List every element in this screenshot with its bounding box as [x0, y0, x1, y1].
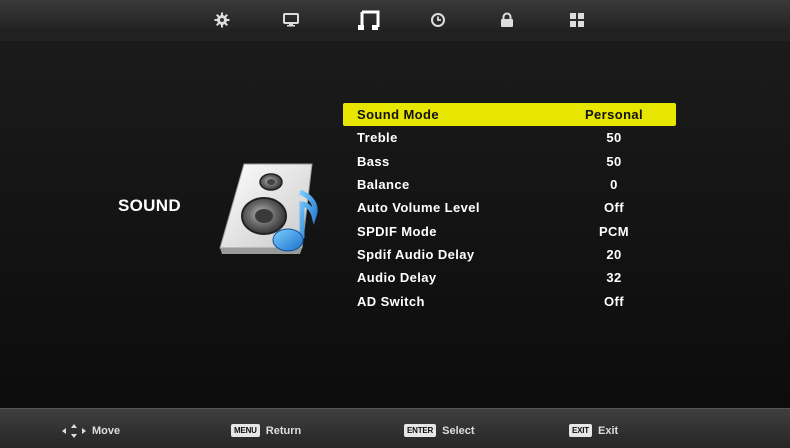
menu-item-sound-mode[interactable]: Sound Mode Personal [343, 103, 676, 127]
lock-icon [501, 12, 513, 27]
monitor-icon [283, 13, 299, 27]
menu-item-value: 50 [606, 153, 622, 169]
hint-exit-label: Exit [597, 424, 619, 437]
tab-bar-strip [0, 32, 790, 41]
hint-select-label: Select [442, 424, 475, 437]
menu-item-label: Treble [357, 130, 398, 146]
menu-item-audio-delay[interactable]: Audio Delay 32 [343, 266, 676, 289]
tab-picture[interactable] [208, 8, 236, 32]
menu-item-ad-switch[interactable]: AD Switch Off [343, 289, 676, 312]
menu-item-value: 50 [606, 130, 622, 146]
menu-item-label: Balance [357, 177, 410, 193]
menu-item-label: Spdif Audio Delay [357, 246, 475, 262]
menu-item-bass[interactable]: Bass 50 [343, 150, 676, 173]
menu-item-label: SPDIF Mode [357, 223, 437, 239]
menu-item-value: Off [604, 293, 624, 309]
music-note-icon [358, 10, 380, 30]
tab-setup[interactable] [563, 8, 591, 32]
sound-menu: Sound Mode Personal Treble 50 Bass 50 Ba… [343, 103, 676, 313]
menu-item-label: AD Switch [357, 293, 425, 309]
key-hint-bar: Move MENU Return ENTER Select EXIT Exit [0, 408, 790, 448]
menu-item-value: 20 [606, 246, 622, 262]
menu-item-label: Bass [357, 153, 390, 169]
top-tab-bar [0, 0, 790, 41]
menu-item-auto-volume-level[interactable]: Auto Volume Level Off [343, 196, 676, 219]
enter-key-icon: ENTER [404, 424, 437, 437]
tab-lock[interactable] [493, 8, 521, 32]
hint-return: MENU Return [231, 424, 301, 437]
dpad-arrows-icon [62, 424, 86, 438]
menu-item-value: Personal [584, 107, 644, 123]
menu-item-value: 32 [606, 270, 622, 286]
menu-item-label: Auto Volume Level [357, 200, 480, 216]
tab-sound[interactable] [355, 8, 383, 32]
hint-exit: EXIT Exit [569, 424, 618, 437]
menu-item-balance[interactable]: Balance 0 [343, 173, 676, 196]
hint-move: Move [62, 424, 120, 438]
menu-item-label: Sound Mode [357, 107, 439, 123]
page-title: SOUND [118, 196, 181, 215]
menu-item-label: Audio Delay [357, 270, 437, 286]
exit-key-icon: EXIT [569, 424, 592, 437]
gear-icon [214, 12, 230, 28]
menu-item-spdif-mode[interactable]: SPDIF Mode PCM [343, 219, 676, 242]
menu-key-icon: MENU [231, 424, 260, 437]
menu-item-value: 0 [610, 177, 618, 193]
grid-icon [570, 13, 584, 27]
hint-select: ENTER Select [404, 424, 475, 437]
hint-return-label: Return [265, 424, 302, 437]
tab-time[interactable] [424, 8, 452, 32]
menu-item-treble[interactable]: Treble 50 [343, 126, 676, 149]
speaker-music-icon [219, 163, 318, 254]
menu-item-value: Off [604, 200, 624, 216]
clock-icon [431, 13, 445, 27]
hint-move-label: Move [92, 425, 121, 437]
menu-item-spdif-audio-delay[interactable]: Spdif Audio Delay 20 [343, 243, 676, 266]
menu-item-value: PCM [598, 223, 630, 239]
tab-screen[interactable] [277, 8, 305, 32]
